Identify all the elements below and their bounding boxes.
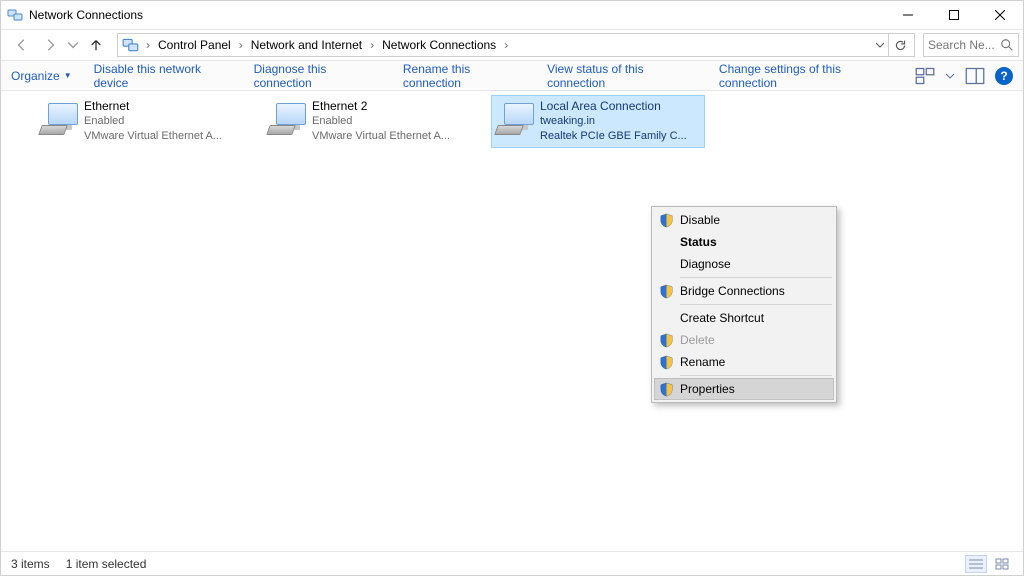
chevron-right-icon[interactable]: › (500, 38, 512, 52)
adapter-status: Enabled (312, 114, 450, 129)
chevron-right-icon[interactable]: › (366, 38, 378, 52)
help-button[interactable]: ? (995, 67, 1013, 85)
context-menu: Disable Status Diagnose Bridge Connections C… (651, 206, 837, 403)
preview-pane-button[interactable] (965, 66, 985, 86)
network-connections-window: Network Connections › Control Panel › Ne… (0, 0, 1024, 576)
menu-item-label: Disable (680, 213, 720, 227)
status-bar: 3 items 1 item selected (1, 551, 1023, 575)
menu-separator (680, 375, 832, 376)
organize-label: Organize (11, 69, 60, 83)
diagnose-connection-button[interactable]: Diagnose this connection (254, 62, 381, 90)
change-settings-button[interactable]: Change settings of this connection (719, 62, 893, 90)
menu-item-label: Properties (680, 382, 735, 396)
item-selected: 1 item selected (66, 557, 147, 571)
window-title: Network Connections (29, 8, 143, 22)
navigation-bar: › Control Panel › Network and Internet ›… (1, 29, 1023, 61)
menu-item-bridge-connections[interactable]: Bridge Connections (654, 280, 834, 302)
adapter-device: VMware Virtual Ethernet A... (312, 129, 450, 144)
network-adapter-icon (496, 99, 536, 135)
rename-connection-button[interactable]: Rename this connection (403, 62, 525, 90)
menu-item-label: Status (680, 235, 717, 249)
uac-shield-icon (659, 284, 674, 299)
view-status-button[interactable]: View status of this connection (547, 62, 697, 90)
adapter-status: tweaking.in (540, 114, 687, 129)
menu-item-label: Delete (680, 333, 715, 347)
adapter-status: Enabled (84, 114, 222, 129)
up-button[interactable] (85, 34, 107, 56)
view-options-button[interactable] (915, 66, 935, 86)
adapter-name: Ethernet (84, 99, 222, 114)
titlebar: Network Connections (1, 1, 1023, 29)
adapter-name: Local Area Connection (540, 99, 687, 114)
breadcrumb-network-connections[interactable]: Network Connections (378, 38, 500, 52)
menu-item-label: Rename (680, 355, 725, 369)
menu-separator (680, 304, 832, 305)
uac-shield-icon (659, 382, 674, 397)
adapter-name: Ethernet 2 (312, 99, 450, 114)
search-input[interactable]: Search Ne... (923, 33, 1019, 57)
adapter-item[interactable]: EthernetEnabledVMware Virtual Ethernet A… (35, 95, 249, 148)
disable-device-button[interactable]: Disable this network device (94, 62, 232, 90)
adapter-device: Realtek PCIe GBE Family C... (540, 129, 687, 144)
network-connections-icon (122, 36, 140, 54)
organize-menu[interactable]: Organize ▼ (11, 69, 72, 83)
menu-separator (680, 277, 832, 278)
command-bar: Organize ▼ Disable this network device D… (1, 61, 1023, 91)
adapter-item[interactable]: Local Area Connectiontweaking.inRealtek … (491, 95, 705, 148)
app-icon (7, 7, 23, 23)
chevron-down-icon: ▼ (64, 71, 72, 80)
menu-item-rename[interactable]: Rename (654, 351, 834, 373)
search-placeholder: Search Ne... (928, 38, 998, 52)
view-large-icons-button[interactable] (991, 555, 1013, 573)
view-details-button[interactable] (965, 555, 987, 573)
search-icon (1000, 38, 1014, 52)
menu-item-delete: Delete (654, 329, 834, 351)
maximize-button[interactable] (931, 1, 977, 29)
uac-shield-icon (659, 355, 674, 370)
menu-item-diagnose[interactable]: Diagnose (654, 253, 834, 275)
back-button[interactable] (11, 34, 33, 56)
menu-item-properties[interactable]: Properties (654, 378, 834, 400)
menu-item-label: Create Shortcut (680, 311, 764, 325)
breadcrumb-control-panel[interactable]: Control Panel (154, 38, 235, 52)
address-bar[interactable]: › Control Panel › Network and Internet ›… (117, 33, 915, 57)
refresh-button[interactable] (888, 34, 912, 56)
network-adapter-icon (268, 99, 308, 135)
chevron-right-icon[interactable]: › (235, 38, 247, 52)
adapter-item[interactable]: Ethernet 2EnabledVMware Virtual Ethernet… (263, 95, 477, 148)
close-button[interactable] (977, 1, 1023, 29)
menu-item-create-shortcut[interactable]: Create Shortcut (654, 307, 834, 329)
adapter-device: VMware Virtual Ethernet A... (84, 129, 222, 144)
menu-item-label: Bridge Connections (680, 284, 785, 298)
menu-item-label: Diagnose (680, 257, 731, 271)
recent-locations-button[interactable] (67, 34, 79, 56)
chevron-right-icon[interactable]: › (142, 38, 154, 52)
menu-item-disable[interactable]: Disable (654, 209, 834, 231)
network-adapter-icon (40, 99, 80, 135)
address-history-button[interactable] (872, 40, 888, 50)
menu-item-status[interactable]: Status (654, 231, 834, 253)
item-count: 3 items (11, 557, 50, 571)
adapter-list[interactable]: EthernetEnabledVMware Virtual Ethernet A… (1, 91, 1023, 551)
uac-shield-icon (659, 333, 674, 348)
view-options-dropdown[interactable] (945, 66, 955, 86)
uac-shield-icon (659, 213, 674, 228)
breadcrumb-network-and-internet[interactable]: Network and Internet (247, 38, 366, 52)
minimize-button[interactable] (885, 1, 931, 29)
forward-button[interactable] (39, 34, 61, 56)
